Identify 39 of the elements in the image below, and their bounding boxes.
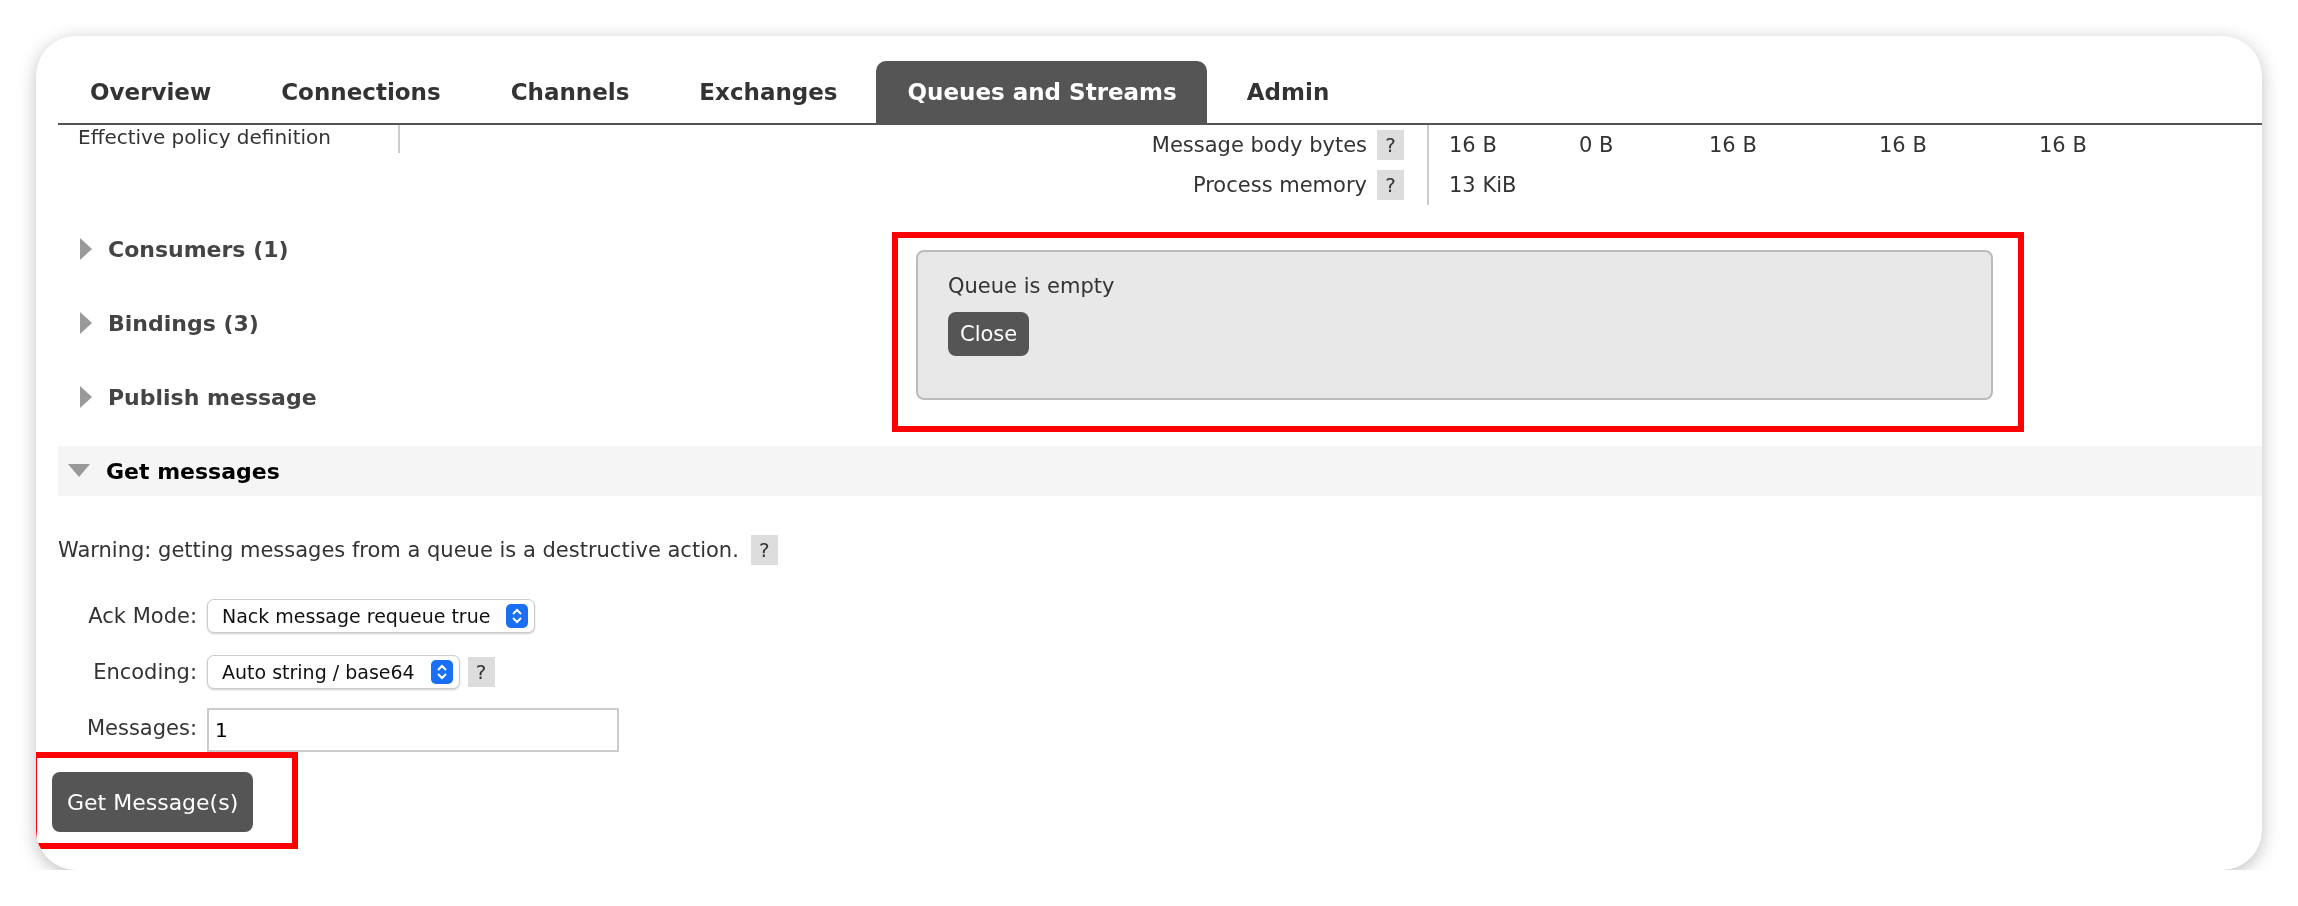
stat-value: 16 B [1709, 133, 1757, 157]
nav-tab[interactable]: Exchanges [667, 61, 868, 123]
stat-value: 16 B [1879, 133, 1927, 157]
input-field[interactable]: 1 [207, 708, 619, 752]
expand-triangle-icon[interactable] [80, 238, 92, 260]
section-title[interactable]: Get messages [106, 458, 280, 484]
expand-triangle-icon[interactable] [80, 386, 92, 408]
nav-tab[interactable]: Channels [478, 61, 660, 123]
nav-tab[interactable]: Overview [58, 61, 242, 123]
stat-label: Message body bytes [1151, 133, 1367, 157]
help-button[interactable]: ? [467, 657, 495, 687]
dropdown-arrows-icon [506, 604, 529, 628]
nav-tab[interactable]: Connections [249, 61, 471, 123]
help-button[interactable]: ? [750, 535, 778, 565]
policy-label: Effective policy definition [77, 125, 331, 149]
collapse-triangle-icon[interactable] [68, 464, 90, 478]
close-button[interactable]: Close [948, 312, 1030, 356]
nav-tab[interactable]: Queues and Streams [875, 61, 1207, 123]
field-label: Encoding: [92, 660, 198, 684]
expand-triangle-icon[interactable] [80, 312, 92, 334]
help-button[interactable]: ? [1377, 130, 1404, 160]
field-label: Messages: [85, 716, 198, 740]
warning-text: Warning: getting messages from a queue is a destructive action. [58, 538, 739, 562]
stat-label: Process memory [1192, 173, 1367, 197]
stat-value: 16 B [1449, 133, 1497, 157]
dropdown-arrows-icon [430, 660, 453, 684]
section-title[interactable]: Publish message [108, 384, 317, 410]
section-title[interactable]: Bindings (3) [108, 310, 259, 336]
stat-value: 16 B [2039, 133, 2087, 157]
stat-value: 0 B [1579, 133, 1614, 157]
help-button[interactable]: ? [1377, 170, 1404, 200]
section-title[interactable]: Consumers (1) [108, 236, 289, 262]
nav-tab[interactable]: Admin [1214, 61, 1360, 123]
field-label: Ack Mode: [87, 604, 198, 628]
stat-value: 13 KiB [1449, 173, 1517, 197]
get-messages-button[interactable]: Get Message(s) [52, 772, 254, 832]
select-field[interactable]: Auto string / base64 [207, 655, 460, 689]
select-field[interactable]: Nack message requeue true [207, 599, 536, 633]
message-text: Queue is empty [948, 274, 1115, 298]
